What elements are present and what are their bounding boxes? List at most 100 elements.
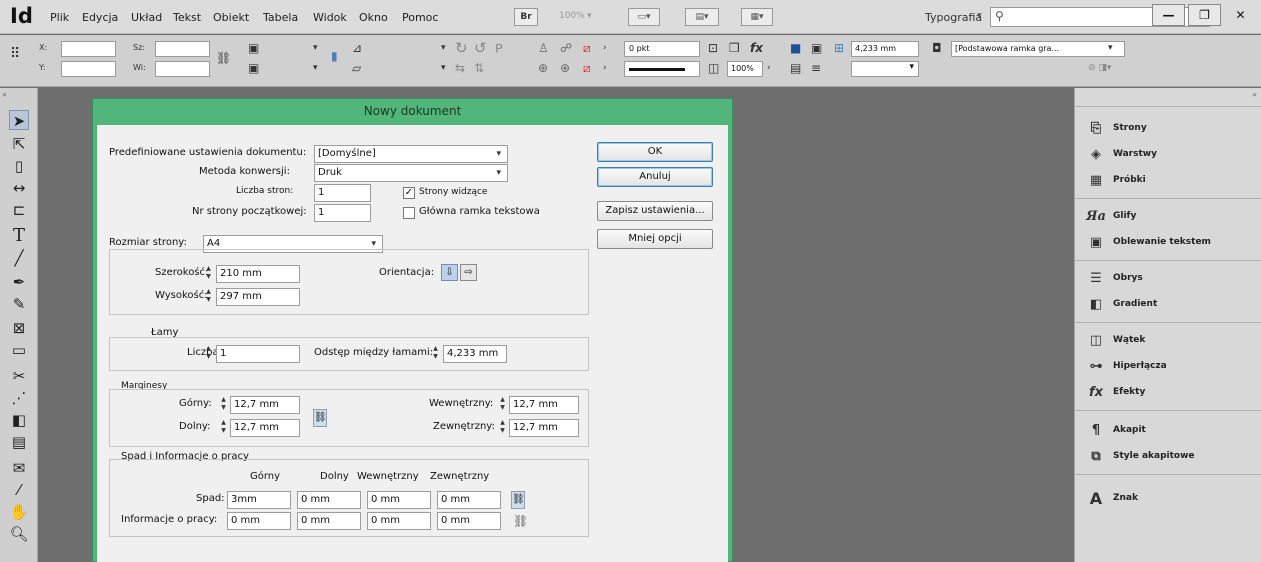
dropdown-icon[interactable]: ▾ xyxy=(313,41,318,55)
select-container-icon[interactable]: ♙ xyxy=(538,41,549,55)
menu-edycja[interactable]: Edycja xyxy=(82,11,118,24)
constrain-proportions-icon[interactable]: ⛓ xyxy=(216,51,231,65)
collapse-toolbar-icon[interactable]: » xyxy=(2,90,7,99)
link-margins-icon[interactable]: ⛓ xyxy=(313,409,327,427)
top-margin-input[interactable]: 12,7 mm xyxy=(230,396,300,414)
panel-obrys[interactable]: ☰ Obrys xyxy=(1085,266,1143,290)
rectangle-tool-icon[interactable]: ▭ xyxy=(9,340,29,360)
direct-selection-tool-icon[interactable]: ⇱ xyxy=(9,134,29,154)
panel-akapit[interactable]: ¶ Akapit xyxy=(1085,418,1146,442)
panel-watek[interactable]: ◫ Wątek xyxy=(1085,328,1146,352)
menu-tekst[interactable]: Tekst xyxy=(173,11,201,24)
eyedropper-tool-icon[interactable]: ⁄ xyxy=(9,480,29,500)
selection-tool-icon[interactable]: ➤ xyxy=(9,110,29,130)
flip-vertical-icon[interactable]: ⇅ xyxy=(474,61,484,75)
stroke-type-field[interactable] xyxy=(624,61,700,77)
gutter-stepper[interactable]: ▲ ▼ xyxy=(430,345,441,363)
height-input[interactable]: 297 mm xyxy=(216,288,300,306)
fill-dropdown-icon[interactable]: › xyxy=(603,41,607,55)
maximize-button[interactable]: ❐ xyxy=(1188,4,1221,26)
gutter-input[interactable]: 4,233 mm xyxy=(443,345,507,363)
select-content-icon[interactable]: ☍ xyxy=(560,41,572,55)
select-previous-icon[interactable]: ⊕ xyxy=(538,61,548,75)
bottom-margin-input[interactable]: 12,7 mm xyxy=(230,419,300,437)
zoom-tool-icon[interactable]: 🔍︎ xyxy=(9,524,29,544)
zoom-level[interactable]: 100% xyxy=(559,11,585,21)
scissors-tool-icon[interactable]: ✂ xyxy=(9,366,29,386)
dropdown-icon[interactable]: ▾ xyxy=(441,41,446,55)
columns-field[interactable]: ▾ xyxy=(851,61,919,77)
frame-icon[interactable]: ▤ xyxy=(790,61,801,75)
width-field[interactable] xyxy=(155,41,210,57)
outside-margin-input[interactable]: 12,7 mm xyxy=(509,419,579,437)
page-tool-icon[interactable]: ▯ xyxy=(9,156,29,176)
fx-icon[interactable]: fx xyxy=(750,41,763,55)
panel-style-akapitowe[interactable]: ⧉ Style akapitowe xyxy=(1085,444,1194,468)
panel-probki[interactable]: ▦ Próbki xyxy=(1085,168,1146,192)
hand-tool-icon[interactable]: ✋ xyxy=(9,502,29,522)
gutter-field[interactable]: 4,233 mm xyxy=(851,41,919,57)
panel-glify[interactable]: Яa Glify xyxy=(1085,204,1136,228)
menu-widok[interactable]: Widok xyxy=(313,11,347,24)
opacity-field[interactable]: 100% xyxy=(727,61,763,77)
menu-uklad[interactable]: Układ xyxy=(131,11,162,24)
landscape-orientation-icon[interactable]: ⇨ xyxy=(460,264,477,281)
rotate-90-ccw-icon[interactable]: ↺ xyxy=(474,41,487,56)
opacity-icon[interactable]: ◫ xyxy=(708,61,719,75)
stroke-swatch-icon[interactable]: ⧄ xyxy=(583,61,591,75)
cancel-button[interactable]: Anuluj xyxy=(597,167,713,187)
select-next-icon[interactable]: ⊕ xyxy=(560,61,570,75)
height-stepper[interactable]: ▲ ▼ xyxy=(203,288,214,306)
save-preset-button[interactable]: Zapisz ustawienia... xyxy=(597,201,713,221)
dropdown-icon[interactable]: ▾ xyxy=(441,61,446,75)
workspace-switcher[interactable]: Typografia xyxy=(925,11,982,24)
fitting-icon[interactable]: ❒ xyxy=(729,41,740,55)
slug-bottom-input[interactable]: 0 mm xyxy=(297,512,361,530)
panel-oblewanie[interactable]: ▣ Oblewanie tekstem xyxy=(1085,230,1211,254)
shear-icon[interactable]: ▱ xyxy=(352,61,361,75)
dropdown-icon[interactable]: ▾ xyxy=(313,61,318,75)
zoom-dropdown-icon[interactable]: ▾ xyxy=(587,11,592,21)
panel-hiperlacza[interactable]: ⊶ Hiperłącza xyxy=(1085,354,1167,378)
panel-znak[interactable]: A Znak xyxy=(1085,486,1138,510)
slug-top-input[interactable]: 0 mm xyxy=(227,512,291,530)
height-field[interactable] xyxy=(155,61,210,77)
bleed-outside-input[interactable]: 0 mm xyxy=(437,491,501,509)
text-frame-icon[interactable]: ≡ xyxy=(811,61,821,75)
fill-swatch-icon[interactable]: ⧄ xyxy=(583,41,591,55)
bleed-top-input[interactable]: 3mm xyxy=(227,491,291,509)
line-tool-icon[interactable]: ╱ xyxy=(9,248,29,268)
fewer-options-button[interactable]: Mniej opcji xyxy=(597,229,713,249)
preset-select[interactable]: [Domyślne] ▾ xyxy=(314,145,508,163)
view-options-icon[interactable]: ▤▾ xyxy=(685,8,719,26)
portrait-orientation-icon[interactable]: ⇩ xyxy=(441,264,458,281)
rotate-icon[interactable]: ⊿ xyxy=(352,41,362,55)
note-tool-icon[interactable]: ✉ xyxy=(9,458,29,478)
minimize-button[interactable]: — xyxy=(1152,4,1185,26)
start-page-input[interactable]: 1 xyxy=(314,204,371,222)
arrange-documents-icon[interactable]: ▦▾ xyxy=(741,8,773,26)
menu-okno[interactable]: Okno xyxy=(359,11,388,24)
inside-margin-stepper[interactable]: ▲ ▼ xyxy=(497,396,508,414)
gap-tool-icon[interactable]: ↔ xyxy=(9,178,29,198)
rotate-90-cw-icon[interactable]: ↻ xyxy=(455,41,468,56)
clear-overrides-icon[interactable]: ⊘ ◨▾ xyxy=(1088,61,1111,75)
columns-stepper[interactable]: ▲ ▼ xyxy=(203,345,214,363)
slug-outside-input[interactable]: 0 mm xyxy=(437,512,501,530)
y-field[interactable] xyxy=(61,61,116,77)
collapse-panels-icon[interactable]: « xyxy=(1252,90,1257,99)
pen-tool-icon[interactable]: ✒ xyxy=(9,272,29,292)
free-transform-tool-icon[interactable]: ⋰ xyxy=(9,388,29,408)
link-bleed-icon[interactable]: ⛓ xyxy=(511,491,525,509)
flip-horizontal-icon[interactable]: ⇆ xyxy=(455,61,465,75)
scale-x-icon[interactable]: ▣ xyxy=(248,41,259,55)
width-input[interactable]: 210 mm xyxy=(216,265,300,283)
menu-tabela[interactable]: Tabela xyxy=(263,11,298,24)
panel-efekty[interactable]: fx Efekty xyxy=(1085,380,1145,404)
bottom-margin-stepper[interactable]: ▲ ▼ xyxy=(218,419,229,437)
panel-gradient[interactable]: ◧ Gradient xyxy=(1085,292,1157,316)
top-margin-stepper[interactable]: ▲ ▼ xyxy=(218,396,229,414)
effects-icon[interactable]: ▣ xyxy=(811,41,822,55)
close-button[interactable]: ✕ xyxy=(1224,4,1257,26)
menu-obiekt[interactable]: Obiekt xyxy=(213,11,249,24)
